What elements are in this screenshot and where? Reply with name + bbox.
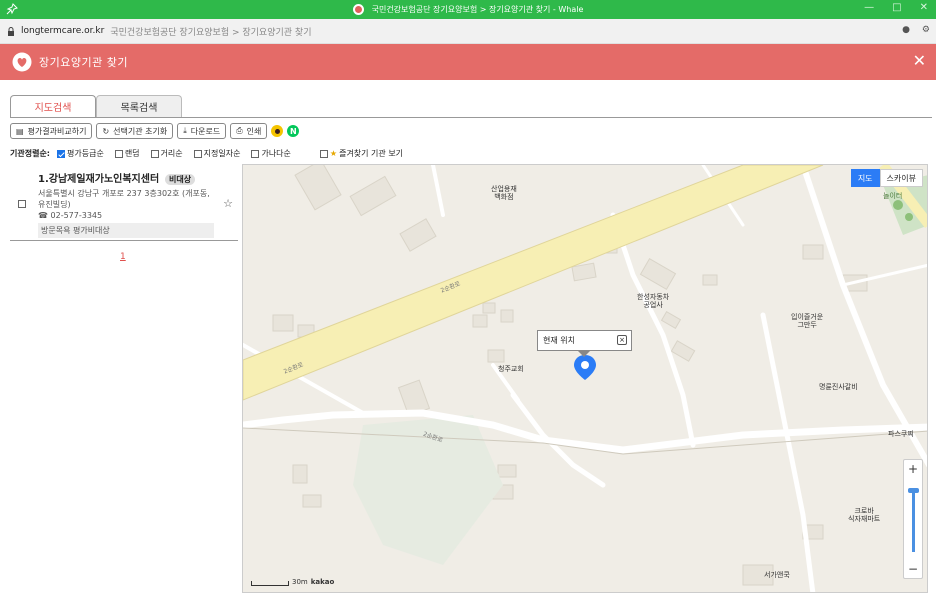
select-checkbox[interactable] xyxy=(18,200,26,208)
sort-option-random[interactable]: 랜덤 xyxy=(114,148,140,159)
favorites-toggle[interactable]: ★ 즐겨찾기 기관 보기 xyxy=(319,148,404,159)
checkbox[interactable] xyxy=(57,149,65,158)
download-label: 다운로드 xyxy=(190,126,221,136)
refresh-icon: ↻ xyxy=(102,126,110,136)
star-icon: ★ xyxy=(329,149,338,158)
sort-option-alpha[interactable]: 가나다순 xyxy=(251,148,291,159)
scale-label: 30m xyxy=(292,578,308,586)
option-label: 거리순 xyxy=(160,149,183,158)
reset-selection-button[interactable]: ↻ 선택기관 초기화 xyxy=(96,123,174,139)
map-scale: 30m kakao xyxy=(251,578,334,586)
download-icon: ⤓ xyxy=(183,126,187,135)
pagination-page[interactable]: 1 xyxy=(120,252,126,262)
tab-divider xyxy=(10,117,932,118)
zoom-out-icon[interactable]: − xyxy=(904,562,922,576)
current-location-popup: 현재 위치 × xyxy=(537,330,632,357)
window-controls: — □ ✕ xyxy=(864,2,928,13)
sort-bar: 기관정렬순: 평가등급순 랜덤 거리순 지정일자순 가나다순 ★ 즐겨찾기 기관 … xyxy=(10,148,411,159)
map-poi-label: 입이즐거운 그만두 xyxy=(791,313,824,329)
map-poi-label: 서가앤쿡 xyxy=(764,571,790,579)
browser-titlebar: 국민건강보험공단 장기요양보험 > 장기요양기관 찾기 - Whale — □ … xyxy=(0,0,936,19)
checkbox[interactable] xyxy=(150,149,159,158)
facility-address: 서울특별시 강남구 개포로 237 3층302호 (개포동, 유진빌딩) xyxy=(38,189,210,209)
option-label: 평가등급순 xyxy=(67,149,104,158)
kakao-share-icon[interactable] xyxy=(271,125,284,137)
sort-option-grade[interactable]: 평가등급순 xyxy=(57,148,104,159)
favorites-label: 즐겨찾기 기관 보기 xyxy=(339,149,404,158)
map-poi-label: 청주교회 xyxy=(498,365,524,373)
heart-logo-icon xyxy=(12,52,32,72)
reset-label: 선택기관 초기화 xyxy=(113,126,168,136)
address-bar[interactable]: longtermcare.or.kr 국민건강보험공단 장기요양보험 > 장기요… xyxy=(0,19,936,44)
map-poi-label: 놀이터 xyxy=(883,192,903,200)
printer-icon: ⎙ xyxy=(236,126,243,135)
option-label: 랜덤 xyxy=(124,149,140,158)
list-icon: ▤ xyxy=(16,126,24,136)
map-canvas xyxy=(243,165,927,592)
app-title: 장기요양기관 찾기 xyxy=(39,56,128,69)
map-poi-label: 파스쿠찌 xyxy=(888,430,914,438)
lock-icon xyxy=(8,26,14,36)
search-tabs: 지도검색 목록검색 xyxy=(10,95,182,117)
checkbox[interactable] xyxy=(319,149,328,158)
maximize-icon[interactable]: □ xyxy=(892,2,901,13)
list-item[interactable]: 1.강남제일재가노인복지센터 비대상 서울특별시 강남구 개포로 237 3층3… xyxy=(10,165,238,241)
app-logo-icon xyxy=(352,4,364,15)
checkbox[interactable] xyxy=(251,149,260,158)
facility-phone: ☎ 02-577-3345 xyxy=(38,211,238,220)
map-poi-label: 크로바 식자재마트 xyxy=(848,507,881,523)
map-poi-label: 한성자동차 공업사 xyxy=(637,293,670,309)
popup-label: 현재 위치 xyxy=(543,336,575,345)
tab-map-search[interactable]: 지도검색 xyxy=(10,95,96,117)
zoom-track[interactable] xyxy=(912,490,915,552)
naver-share-icon[interactable]: N xyxy=(287,125,300,137)
window-title: 국민건강보험공단 장기요양보험 > 장기요양기관 찾기 - Whale xyxy=(371,5,584,14)
scale-bar xyxy=(251,581,289,586)
close-window-icon[interactable]: ✕ xyxy=(920,2,928,13)
option-label: 가나다순 xyxy=(261,149,291,158)
url-host: longtermcare.or.kr xyxy=(21,26,105,36)
print-label: 인쇄 xyxy=(246,126,262,136)
url-path: 국민건강보험공단 장기요양보험 > 장기요양기관 찾기 xyxy=(110,27,312,38)
skyview-button[interactable]: 스카이뷰 xyxy=(879,169,923,187)
favorite-star-icon[interactable]: ☆ xyxy=(223,197,233,210)
tab-list-search[interactable]: 목록검색 xyxy=(96,95,182,117)
checkbox[interactable] xyxy=(114,149,123,158)
popup-close-icon[interactable]: × xyxy=(617,335,627,345)
map-view[interactable]: 산업용재 백화점 한성자동차 공업사 입이즐거운 그만두 명륜진사갈비 파스쿠찌 청주… xyxy=(242,164,928,593)
download-button[interactable]: ⤓ 다운로드 xyxy=(177,123,227,139)
facility-name[interactable]: 1.강남제일재가노인복지센터 xyxy=(38,174,159,185)
compare-button[interactable]: ▤ 평가결과비교하기 xyxy=(10,123,93,139)
map-poi-label: 산업용재 백화점 xyxy=(491,185,517,201)
zoom-control: + − xyxy=(903,459,923,579)
sort-label: 기관정렬순: xyxy=(10,149,50,158)
compare-label: 평가결과비교하기 xyxy=(27,126,87,136)
location-icon[interactable]: ● xyxy=(902,25,910,35)
close-icon[interactable]: ✕ xyxy=(913,53,926,69)
sort-option-distance[interactable]: 거리순 xyxy=(150,148,183,159)
map-view-button[interactable]: 지도 xyxy=(850,169,880,187)
option-label: 지정일자순 xyxy=(203,149,241,158)
app-header: 장기요양기관 찾기 ✕ xyxy=(0,44,936,80)
action-toolbar: ▤ 평가결과비교하기 ↻ 선택기관 초기화 ⤓ 다운로드 ⎙ 인쇄 N xyxy=(10,123,300,139)
map-type-toggle: 지도 스카이뷰 xyxy=(850,169,923,187)
zoom-handle[interactable] xyxy=(908,488,919,493)
checkbox[interactable] xyxy=(193,149,202,158)
print-button[interactable]: ⎙ 인쇄 xyxy=(230,123,268,139)
service-note: 방문목욕 평가비대상 xyxy=(38,223,214,238)
status-badge: 비대상 xyxy=(165,174,196,185)
address-actions: ● ⚙ xyxy=(902,25,930,35)
kakao-logo: kakao xyxy=(310,578,335,586)
map-poi-label: 명륜진사갈비 xyxy=(819,383,858,391)
extensions-icon[interactable]: ⚙ xyxy=(922,25,930,35)
results-list: 1.강남제일재가노인복지센터 비대상 서울특별시 강남구 개포로 237 3층3… xyxy=(10,165,238,241)
phone-number: 02-577-3345 xyxy=(50,211,103,220)
minimize-icon[interactable]: — xyxy=(864,2,874,13)
phone-icon: ☎ xyxy=(38,211,48,220)
sort-option-date[interactable]: 지정일자순 xyxy=(193,148,241,159)
zoom-in-icon[interactable]: + xyxy=(904,462,922,476)
pin-icon[interactable] xyxy=(6,3,18,15)
